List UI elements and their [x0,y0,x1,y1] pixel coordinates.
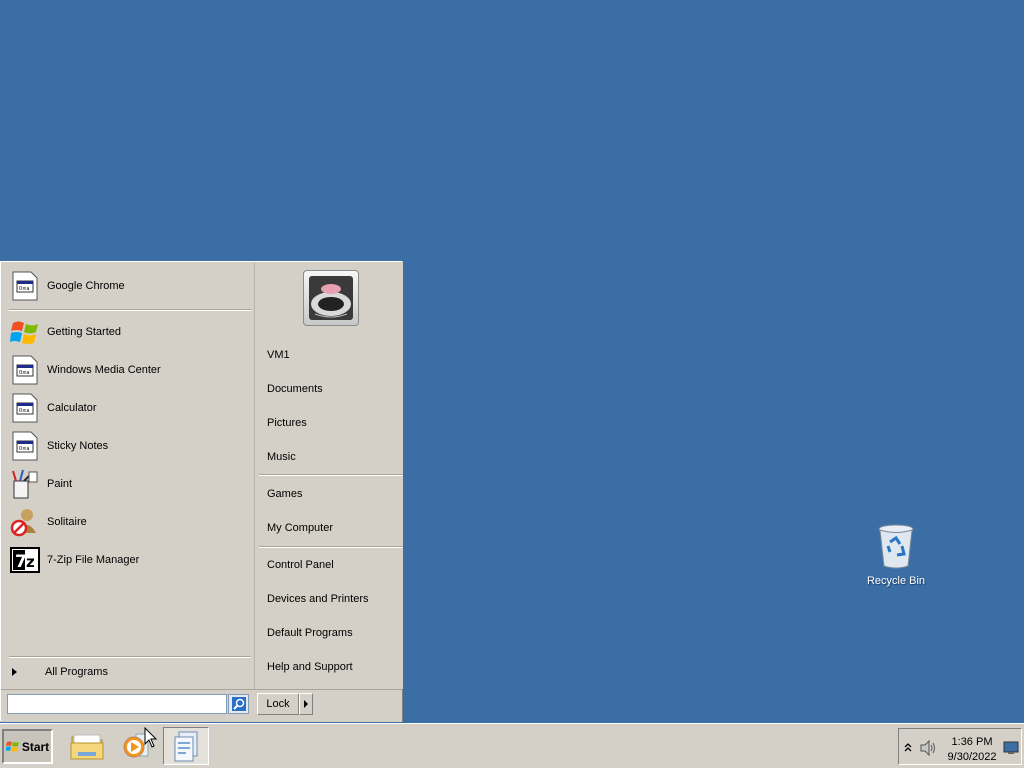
program-label: Sticky Notes [47,440,109,452]
solitaire-icon [10,507,40,537]
program-label: Windows Media Center [47,364,161,376]
place-help-support[interactable]: Help and Support [267,658,397,676]
all-programs-button[interactable]: All Programs [9,662,249,682]
7zip-icon: 7z [10,545,40,575]
start-menu: 0≡a Google Chrome Getting Started 0≡a Wi… [0,261,403,722]
taskbar-active-window-button[interactable] [163,727,209,765]
place-games[interactable]: Games [267,485,397,503]
place-user[interactable]: VM1 [267,346,397,364]
mouse-cursor-icon [144,727,158,748]
program-solitaire[interactable]: Solitaire [10,506,248,538]
place-default-programs[interactable]: Default Programs [267,624,397,642]
svg-text:0≡a: 0≡a [19,370,29,376]
program-calculator[interactable]: 0≡a Calculator [10,392,248,424]
program-label: Solitaire [47,516,87,528]
separator [9,656,251,658]
triangle-right-icon [12,668,17,676]
windows-flag-icon [5,741,19,752]
start-menu-places-pane: VM1 Documents Pictures Music Games My Co… [254,262,403,689]
clock-date: 9/30/2022 [947,751,997,763]
svg-text:0≡a: 0≡a [19,286,29,292]
separator [9,309,251,311]
generic-app-icon: 0≡a [10,271,40,301]
windows-flag-icon [10,317,40,347]
program-google-chrome[interactable]: 0≡a Google Chrome [10,270,248,302]
start-menu-programs-pane: 0≡a Google Chrome Getting Started 0≡a Wi… [1,262,253,689]
search-icon [231,697,246,711]
program-label: Getting Started [47,326,121,338]
clock-time: 1:36 PM [951,736,993,748]
place-devices-printers[interactable]: Devices and Printers [267,590,397,608]
place-my-computer[interactable]: My Computer [267,519,397,537]
program-getting-started[interactable]: Getting Started [10,316,248,348]
program-label: 7-Zip File Manager [47,554,140,566]
document-window-icon [174,731,198,762]
program-sticky-notes[interactable]: 0≡a Sticky Notes [10,430,248,462]
volume-icon[interactable] [920,740,938,756]
program-label: Calculator [47,402,97,414]
place-documents[interactable]: Documents [267,380,397,398]
svg-text:z: z [26,553,35,571]
recycle-bin-icon [878,524,914,569]
place-control-panel[interactable]: Control Panel [267,556,397,574]
program-label: Google Chrome [47,280,125,292]
search-input[interactable] [7,694,227,714]
program-windows-media-center[interactable]: 0≡a Windows Media Center [10,354,248,386]
show-desktop-icon[interactable] [1003,741,1019,755]
generic-app-icon: 0≡a [10,355,40,385]
shutdown-options-button[interactable] [299,693,313,715]
start-label: Start [21,739,50,754]
program-label: Paint [47,478,73,490]
recycle-bin-desktop-icon[interactable]: Recycle Bin [862,522,930,587]
recycle-bin-label: Recycle Bin [866,575,926,587]
all-programs-label: All Programs [45,666,108,678]
user-picture-icon[interactable] [303,270,359,326]
search-button[interactable] [228,694,249,714]
program-paint[interactable]: Paint [10,468,248,500]
chevron-up-icon[interactable] [904,742,912,752]
separator [259,474,403,476]
svg-text:0≡a: 0≡a [19,408,29,414]
start-button[interactable]: Start [2,729,53,764]
program-7zip[interactable]: 7z 7-Zip File Manager [10,544,248,576]
generic-app-icon: 0≡a [10,393,40,423]
taskbar-explorer-button[interactable] [64,727,110,765]
start-menu-bottom-bar: Lock [1,689,402,722]
generic-app-icon: 0≡a [10,431,40,461]
lock-button[interactable]: Lock [257,693,299,715]
triangle-right-icon [304,700,308,708]
clock[interactable]: 1:36 PM 9/30/2022 [947,735,997,765]
paint-icon [10,469,40,499]
system-tray: 1:36 PM 9/30/2022 [898,728,1022,765]
place-pictures[interactable]: Pictures [267,414,397,432]
place-music[interactable]: Music [267,448,397,466]
svg-text:0≡a: 0≡a [19,446,29,452]
folder-icon [70,734,104,760]
separator [259,546,403,548]
